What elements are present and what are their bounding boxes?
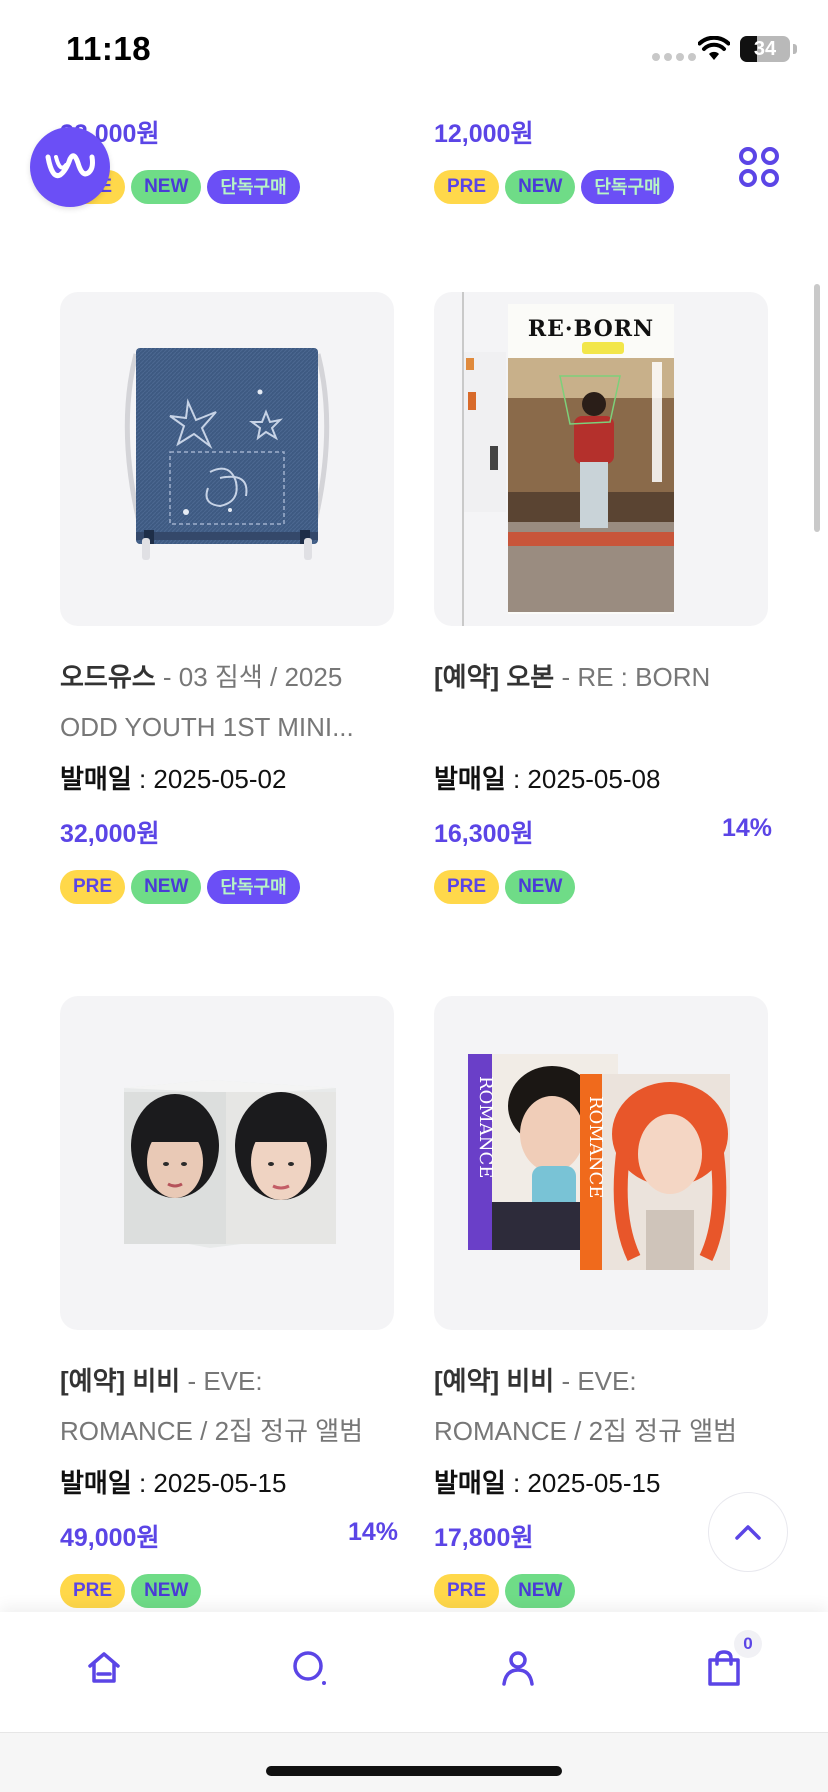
release-date: 발매일 : 2025-05-02 bbox=[60, 762, 394, 796]
search-icon bbox=[293, 1651, 326, 1685]
product-title[interactable]: [예약] 비비 - EVE: ROMANCE / 2집 정규 앨범 (Speci… bbox=[60, 1356, 394, 1456]
product-price: 32,000원 bbox=[60, 820, 160, 848]
battery-icon: 34 bbox=[740, 36, 790, 62]
product-card-partial[interactable]: 12,000원 PRE NEW 단독구매 bbox=[434, 114, 674, 204]
brand-logo-icon bbox=[45, 153, 95, 179]
tag-exclusive: 단독구매 bbox=[207, 870, 300, 904]
tag-new: NEW bbox=[505, 170, 576, 204]
tag-new: NEW bbox=[131, 170, 202, 204]
product-name: - RE : BORN bbox=[554, 662, 711, 692]
discount-rate: 14% bbox=[719, 814, 775, 845]
album-title-art: RE·BORN bbox=[528, 316, 654, 342]
home-indicator-area bbox=[0, 1732, 828, 1792]
scroll-to-top-button[interactable] bbox=[708, 1492, 788, 1572]
tag-new: NEW bbox=[131, 870, 202, 904]
product-card[interactable]: [예약] 비비 - EVE: ROMANCE / 2집 정규 앨범 (Speci… bbox=[60, 996, 401, 1608]
bottom-navigation bbox=[0, 1612, 828, 1732]
album-cover-image: RE·BORN bbox=[462, 292, 674, 626]
tag-pre: PRE bbox=[434, 870, 500, 904]
tag-list: PRE NEW 단독구매 bbox=[60, 870, 394, 904]
battery-percent: 34 bbox=[753, 38, 777, 60]
price-row: 32,000원 bbox=[60, 814, 394, 848]
product-price: 12,000원 bbox=[434, 120, 534, 148]
tag-new: NEW bbox=[505, 1574, 576, 1608]
tag-pre: PRE bbox=[60, 870, 126, 904]
album-box-image bbox=[124, 1080, 336, 1248]
product-image[interactable]: ROMANCE ROMANCE bbox=[434, 996, 768, 1330]
product-price: 16,300원 bbox=[434, 820, 534, 848]
tag-new: NEW bbox=[505, 870, 576, 904]
scrollbar[interactable] bbox=[814, 284, 820, 532]
price-row: 49,000원 14% bbox=[60, 1518, 401, 1552]
release-date: 발매일 : 2025-05-15 bbox=[434, 1466, 768, 1500]
brand-logo-button[interactable] bbox=[30, 127, 110, 207]
release-label: 발매일 bbox=[434, 1468, 506, 1498]
release-label: 발매일 bbox=[60, 1468, 132, 1498]
product-title[interactable]: [예약] 오본 - RE : BORN bbox=[434, 652, 768, 752]
product-artist: [예약] 비비 bbox=[60, 1366, 181, 1396]
product-price: 49,000원 bbox=[60, 1524, 160, 1552]
product-artist: [예약] 오본 bbox=[434, 662, 555, 692]
tag-exclusive: 단독구매 bbox=[581, 170, 674, 204]
discount-rate: 14% bbox=[345, 1518, 401, 1549]
tag-exclusive: 단독구매 bbox=[207, 170, 300, 204]
product-card[interactable]: RE·BORN [예약] 오본 - RE : BORN 발매일 : 2025-0… bbox=[434, 292, 775, 904]
status-time: 11:18 bbox=[66, 30, 152, 67]
product-image[interactable] bbox=[60, 292, 394, 626]
release-label: 발매일 bbox=[60, 764, 132, 794]
release-date: 발매일 : 2025-05-15 bbox=[60, 1466, 394, 1500]
product-artist: 오드유스 bbox=[60, 662, 156, 692]
user-icon bbox=[502, 1651, 534, 1686]
price-row: 16,300원 14% bbox=[434, 814, 775, 848]
tag-list: PRE NEW bbox=[434, 1574, 768, 1608]
cellular-signal-icon bbox=[652, 53, 696, 61]
chevron-up-icon bbox=[735, 1525, 761, 1540]
grid-view-toggle-icon[interactable] bbox=[738, 146, 780, 188]
product-image[interactable] bbox=[60, 996, 394, 1330]
tag-list: PRE NEW 단독구매 bbox=[434, 170, 674, 204]
album-spine-text: ROMANCE bbox=[585, 1096, 606, 1198]
album-set-image: ROMANCE ROMANCE bbox=[468, 1054, 730, 1270]
home-indicator[interactable] bbox=[266, 1766, 562, 1776]
product-title[interactable]: 오드유스 - 03 짐색 / 2025 ODD YOUTH 1ST MINI..… bbox=[60, 652, 394, 752]
tag-pre: PRE bbox=[60, 1574, 126, 1608]
nav-home[interactable] bbox=[82, 1646, 126, 1690]
tag-list: PRE NEW bbox=[434, 870, 768, 904]
status-bar: 11:18 34 bbox=[0, 0, 828, 100]
wifi-icon bbox=[698, 36, 730, 60]
nav-mypage[interactable] bbox=[496, 1646, 540, 1690]
tag-pre: PRE bbox=[434, 1574, 500, 1608]
product-price: 17,800원 bbox=[434, 1524, 534, 1552]
release-date-value: : 2025-05-02 bbox=[131, 764, 287, 794]
gym-sack-image bbox=[124, 348, 330, 560]
product-image[interactable]: RE·BORN bbox=[434, 292, 768, 626]
album-spine-text: ROMANCE bbox=[475, 1076, 496, 1178]
release-date-value: : 2025-05-08 bbox=[505, 764, 661, 794]
battery-cap bbox=[793, 44, 797, 54]
product-title[interactable]: [예약] 비비 - EVE: ROMANCE / 2집 정규 앨범 bbox=[434, 1356, 768, 1456]
release-date-value: : 2025-05-15 bbox=[131, 1468, 287, 1498]
tag-pre: PRE bbox=[434, 170, 500, 204]
release-date-value: : 2025-05-15 bbox=[505, 1468, 661, 1498]
tag-new: NEW bbox=[131, 1574, 202, 1608]
tag-list: PRE NEW bbox=[60, 1574, 394, 1608]
home-icon bbox=[88, 1652, 120, 1683]
nav-search[interactable] bbox=[288, 1646, 332, 1690]
release-label: 발매일 bbox=[434, 764, 506, 794]
product-card[interactable]: 오드유스 - 03 짐색 / 2025 ODD YOUTH 1ST MINI..… bbox=[60, 292, 394, 904]
cart-count-badge: 0 bbox=[734, 1630, 762, 1658]
product-artist: [예약] 비비 bbox=[434, 1366, 555, 1396]
release-date: 발매일 : 2025-05-08 bbox=[434, 762, 768, 796]
